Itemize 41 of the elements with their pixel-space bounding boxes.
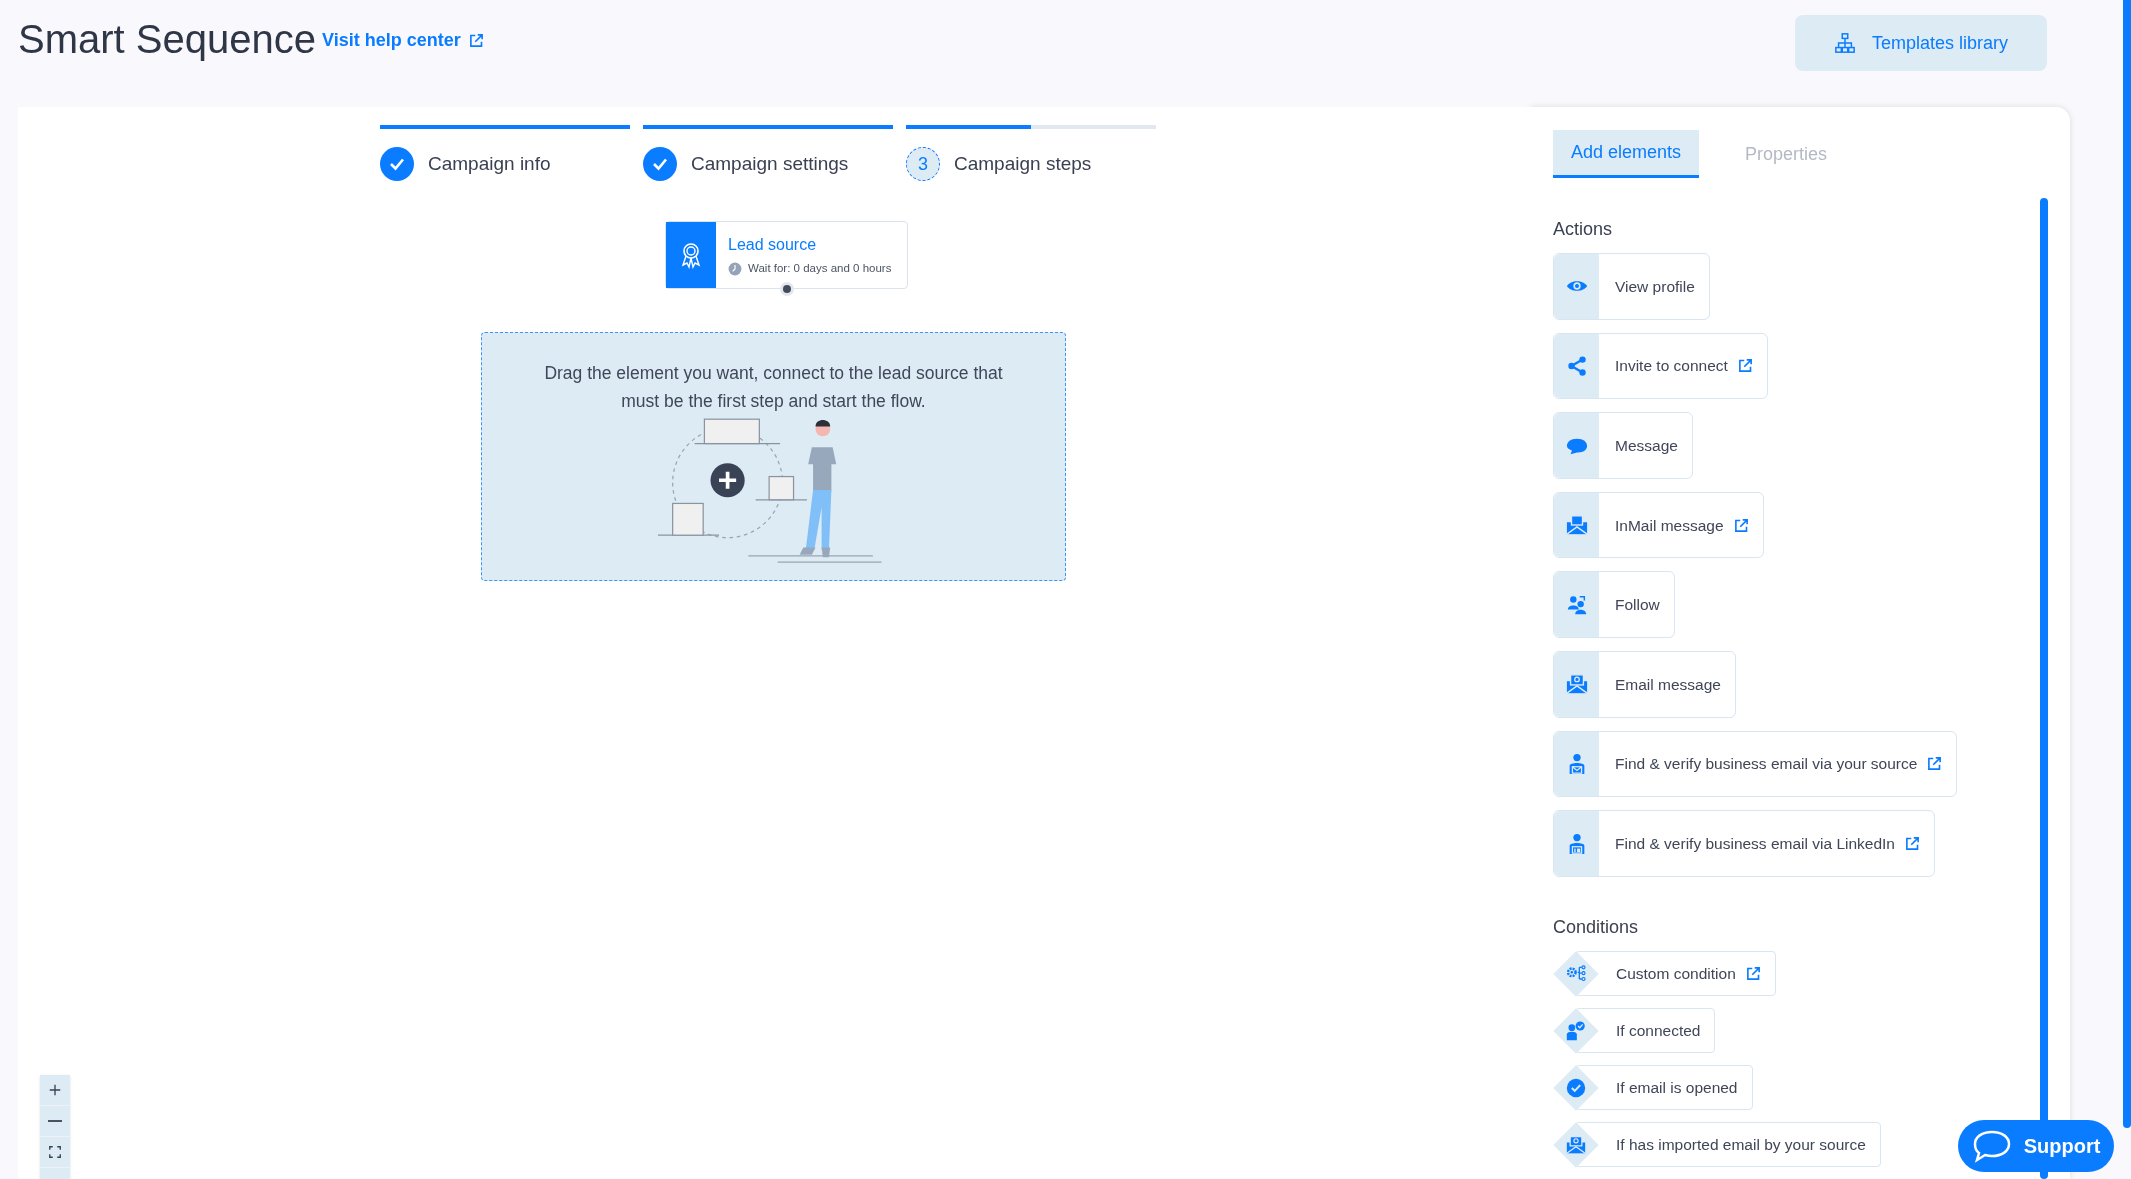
check-circle-icon xyxy=(1566,1077,1586,1098)
envelope-icon xyxy=(1565,673,1588,696)
envelope-icon xyxy=(1565,514,1588,537)
scrollbar[interactable] xyxy=(2123,0,2131,1128)
fit-screen-icon xyxy=(46,1143,64,1161)
award-icon xyxy=(679,241,703,269)
drop-zone-text: Drag the element you want, connect to the lead source that must be the first step and start the flow. xyxy=(543,362,1004,413)
action-item[interactable]: View profile xyxy=(1553,253,1710,320)
action-item[interactable]: Find & verify business email via your source xyxy=(1553,730,1958,798)
section-heading: Conditions xyxy=(1553,915,1640,939)
clock-icon xyxy=(728,261,742,276)
support-button[interactable]: Support xyxy=(1958,1120,2114,1172)
share-icon xyxy=(1565,354,1588,377)
step-number: 3 xyxy=(906,147,940,181)
gear-icon xyxy=(1566,963,1586,984)
hierarchy-icon xyxy=(1833,32,1856,54)
step-label: Campaign steps xyxy=(954,151,1092,176)
action-item[interactable]: Find & verify business email via LinkedIn xyxy=(1553,810,1935,877)
action-item[interactable]: InMail message xyxy=(1553,491,1764,559)
step-label: Campaign settings xyxy=(691,151,849,176)
connector-handle[interactable] xyxy=(780,282,794,296)
action-item[interactable]: Invite to connect xyxy=(1553,332,1768,400)
lead-source-title: Lead source xyxy=(728,234,818,255)
section-heading: Actions xyxy=(1553,218,1614,241)
people-icon xyxy=(1565,593,1588,616)
wait-time: Wait for: 0 days and 0 hours xyxy=(748,260,892,276)
action-item[interactable]: Follow xyxy=(1553,571,1675,639)
external-link-icon xyxy=(468,33,484,48)
step-label: Campaign info xyxy=(428,151,551,176)
zoom-out-button[interactable] xyxy=(40,1106,70,1136)
lead-source-card[interactable]: Lead source Wait for: 0 days and 0 hours xyxy=(665,221,908,289)
chat-bubble-icon xyxy=(1971,1129,2012,1163)
zoom-in-button[interactable] xyxy=(40,1075,70,1105)
drop-zone[interactable]: Drag the element you want, connect to the lead source that must be the first step and start the flow. xyxy=(481,332,1066,581)
action-item[interactable]: Email message xyxy=(1553,651,1736,718)
person-check-icon xyxy=(1566,1020,1586,1041)
envelope-icon xyxy=(1566,1134,1586,1155)
fit-screen-button[interactable] xyxy=(40,1137,70,1167)
help-link[interactable]: Visit help center xyxy=(321,27,484,54)
action-item[interactable]: Message xyxy=(1553,412,1693,479)
page-title: Smart Sequence xyxy=(18,19,316,59)
